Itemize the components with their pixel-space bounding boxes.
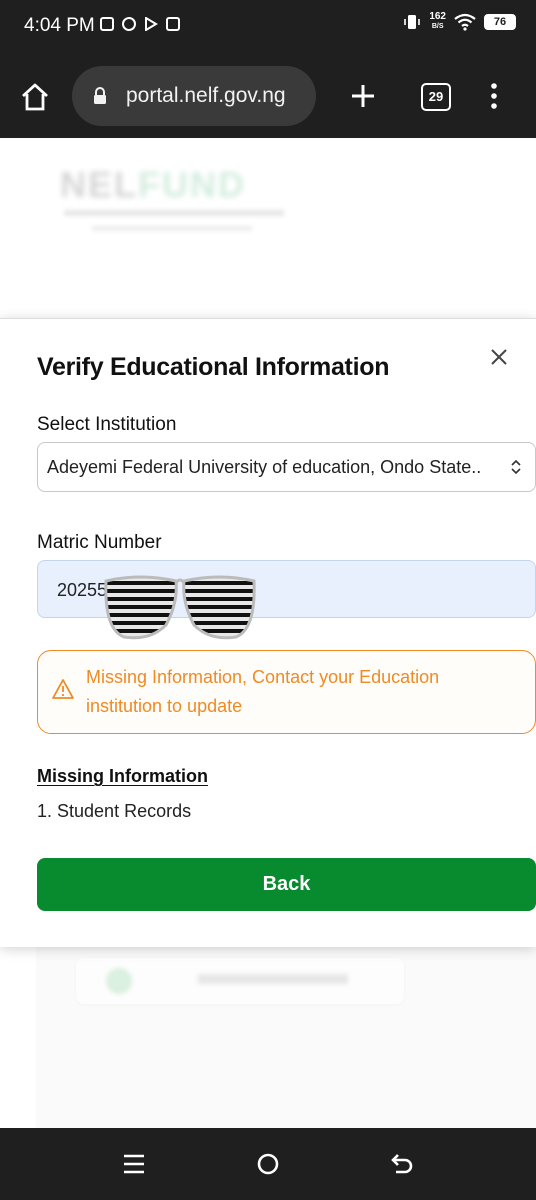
alert-message: Missing Information, Contact your Educat…	[86, 667, 440, 716]
sunglasses-sticker-icon	[104, 575, 256, 640]
address-bar[interactable]: portal.nelf.gov.ng	[72, 66, 316, 126]
status-right: 162 B/S 76	[403, 12, 516, 32]
home-icon[interactable]	[20, 82, 50, 112]
nelfund-logo: NELFUND	[60, 164, 246, 205]
background-pill-text	[198, 974, 348, 984]
facebook-icon	[122, 17, 136, 31]
status-time: 4:04 PM	[24, 15, 95, 36]
missing-info-item: 1. Student Records	[37, 801, 192, 821]
chevron-up-down-icon	[511, 459, 521, 475]
missing-info-alert: Missing Information, Contact your Educat…	[37, 650, 536, 734]
institution-select[interactable]: Adeyemi Federal University of education,…	[37, 442, 536, 492]
institution-label: Select Institution	[37, 414, 177, 435]
back-nav-icon[interactable]	[390, 1152, 414, 1176]
recent-apps-icon[interactable]	[122, 1152, 146, 1176]
home-nav-icon[interactable]	[256, 1152, 280, 1176]
status-bar: 4:04 PM 162 B/S 76	[0, 0, 536, 56]
logo-tagline-2	[92, 226, 252, 231]
net-speed-unit: B/S	[431, 23, 444, 30]
matric-label: Matric Number	[37, 532, 162, 553]
lock-icon	[94, 87, 106, 104]
play-store-icon	[145, 17, 158, 31]
overflow-menu-icon[interactable]	[488, 82, 500, 110]
close-icon[interactable]	[486, 344, 512, 370]
logo-tagline	[64, 210, 284, 216]
system-nav-bar	[0, 1128, 536, 1200]
battery-icon: 76	[484, 14, 516, 30]
missing-info-heading: Missing Information	[37, 766, 208, 786]
new-tab-icon[interactable]	[350, 83, 376, 109]
notification-app-icon	[100, 17, 114, 31]
background-pill	[76, 958, 404, 1004]
warning-icon	[52, 679, 74, 699]
wifi-icon	[454, 13, 476, 31]
modal-title: Verify Educational Information	[37, 353, 390, 381]
net-speed-value: 162	[429, 11, 446, 22]
notification-icons	[100, 17, 180, 31]
sim-icon	[166, 17, 180, 31]
institution-selected-value: Adeyemi Federal University of education,…	[47, 457, 482, 477]
tab-switcher-button[interactable]: 29	[421, 83, 451, 111]
verify-education-modal: Verify Educational Information Select In…	[0, 318, 536, 947]
url-text: portal.nelf.gov.ng	[126, 84, 286, 107]
net-speed: 162 B/S	[429, 12, 446, 32]
back-button[interactable]: Back	[37, 858, 536, 911]
background-pill-icon	[106, 968, 132, 994]
vibrate-icon	[404, 15, 421, 29]
browser-toolbar: portal.nelf.gov.ng 29	[0, 56, 536, 138]
